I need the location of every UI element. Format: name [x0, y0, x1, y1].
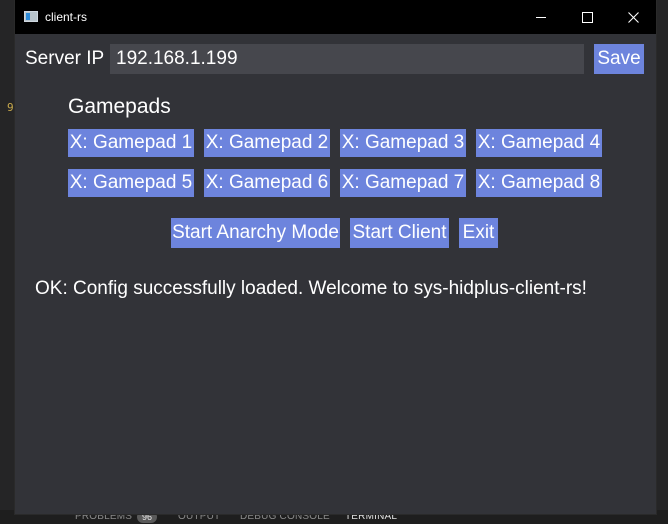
server-ip-input[interactable]	[110, 44, 584, 74]
client-window: client-rs Server IP Save Gamepads X: Gam…	[15, 0, 656, 514]
gutter-line-number: 9	[7, 101, 14, 114]
start-client-button[interactable]: Start Client	[350, 218, 449, 248]
server-ip-label: Server IP	[25, 48, 105, 69]
gamepads-heading: Gamepads	[68, 95, 171, 118]
gamepad-2-button[interactable]: X: Gamepad 2	[204, 129, 330, 157]
close-button[interactable]	[610, 0, 656, 34]
gamepad-6-button[interactable]: X: Gamepad 6	[204, 169, 330, 197]
app-window-icon	[24, 11, 38, 22]
exit-button[interactable]: Exit	[459, 218, 498, 248]
window-title: client-rs	[45, 10, 88, 24]
gamepad-5-button[interactable]: X: Gamepad 5	[68, 169, 194, 197]
gamepad-7-button[interactable]: X: Gamepad 7	[340, 169, 466, 197]
save-button[interactable]: Save	[594, 44, 644, 74]
minimize-button[interactable]	[518, 0, 564, 34]
maximize-button[interactable]	[564, 0, 610, 34]
maximize-icon	[581, 11, 593, 23]
gamepad-8-button[interactable]: X: Gamepad 8	[476, 169, 602, 197]
title-bar[interactable]: client-rs	[15, 0, 656, 34]
start-anarchy-mode-button[interactable]: Start Anarchy Mode	[171, 218, 340, 248]
gamepad-3-button[interactable]: X: Gamepad 3	[340, 129, 466, 157]
gamepad-4-button[interactable]: X: Gamepad 4	[476, 129, 602, 157]
gamepad-1-button[interactable]: X: Gamepad 1	[68, 129, 194, 157]
close-icon	[627, 11, 639, 23]
minimize-icon	[536, 16, 546, 18]
status-message: OK: Config successfully loaded. Welcome …	[35, 278, 587, 299]
